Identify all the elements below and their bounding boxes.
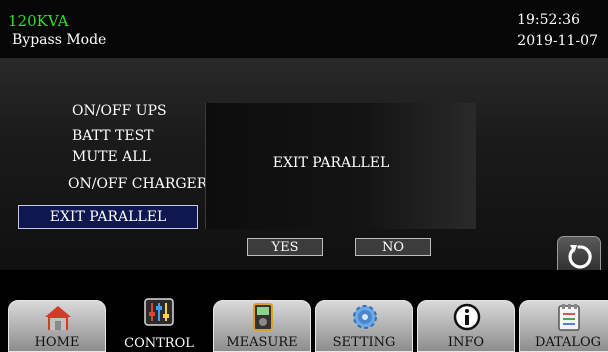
tab-measure[interactable]: MEASURE <box>213 300 311 352</box>
meter-icon <box>253 303 273 331</box>
status-header: 120KVA Bypass Mode 19:52:36 2019-11-07 <box>0 0 608 58</box>
tab-info-label: INFO <box>447 335 485 350</box>
model-label: 120KVA <box>8 12 69 30</box>
tab-setting-label: SETTING <box>332 335 396 350</box>
tab-datalog-label: DATALOG <box>534 335 602 350</box>
yes-button[interactable]: YES <box>247 238 323 256</box>
return-arrow-icon <box>568 245 592 269</box>
dialog-message: EXIT PARALLEL <box>272 155 390 171</box>
tab-setting[interactable]: SETTING <box>315 300 413 352</box>
info-icon <box>453 303 481 331</box>
menu-item-exit-parallel[interactable]: EXIT PARALLEL <box>18 205 198 229</box>
no-button[interactable]: NO <box>355 238 431 256</box>
tab-measure-label: MEASURE <box>226 335 298 350</box>
tab-info[interactable]: INFO <box>417 300 515 352</box>
gear-icon <box>353 305 377 329</box>
home-icon <box>45 306 71 330</box>
tab-home-label: HOME <box>34 335 80 350</box>
log-icon <box>558 304 580 331</box>
ups-control-screen: 120KVA Bypass Mode 19:52:36 2019-11-07 O… <box>0 0 608 352</box>
clock-time: 19:52:36 <box>517 12 580 28</box>
confirm-dialog: EXIT PARALLEL <box>205 103 476 229</box>
sliders-icon <box>144 298 174 326</box>
menu-item-onoff-ups[interactable]: ON/OFF UPS <box>72 103 167 119</box>
menu-item-batt-test[interactable]: BATT TEST <box>72 128 154 144</box>
mode-label: Bypass Mode <box>12 32 107 48</box>
tab-datalog[interactable]: DATALOG <box>519 300 608 352</box>
menu-item-onoff-charger[interactable]: ON/OFF CHARGER <box>68 176 207 192</box>
clock-date: 2019-11-07 <box>517 33 598 49</box>
tab-control-label: CONTROL <box>124 336 194 351</box>
menu-item-mute-all[interactable]: MUTE ALL <box>72 149 151 165</box>
bottom-tab-bar: HOME CONTROL MEASURE SETTING INFO DATALO… <box>0 270 608 352</box>
tab-home[interactable]: HOME <box>8 300 106 352</box>
tab-control[interactable]: CONTROL <box>110 298 208 352</box>
